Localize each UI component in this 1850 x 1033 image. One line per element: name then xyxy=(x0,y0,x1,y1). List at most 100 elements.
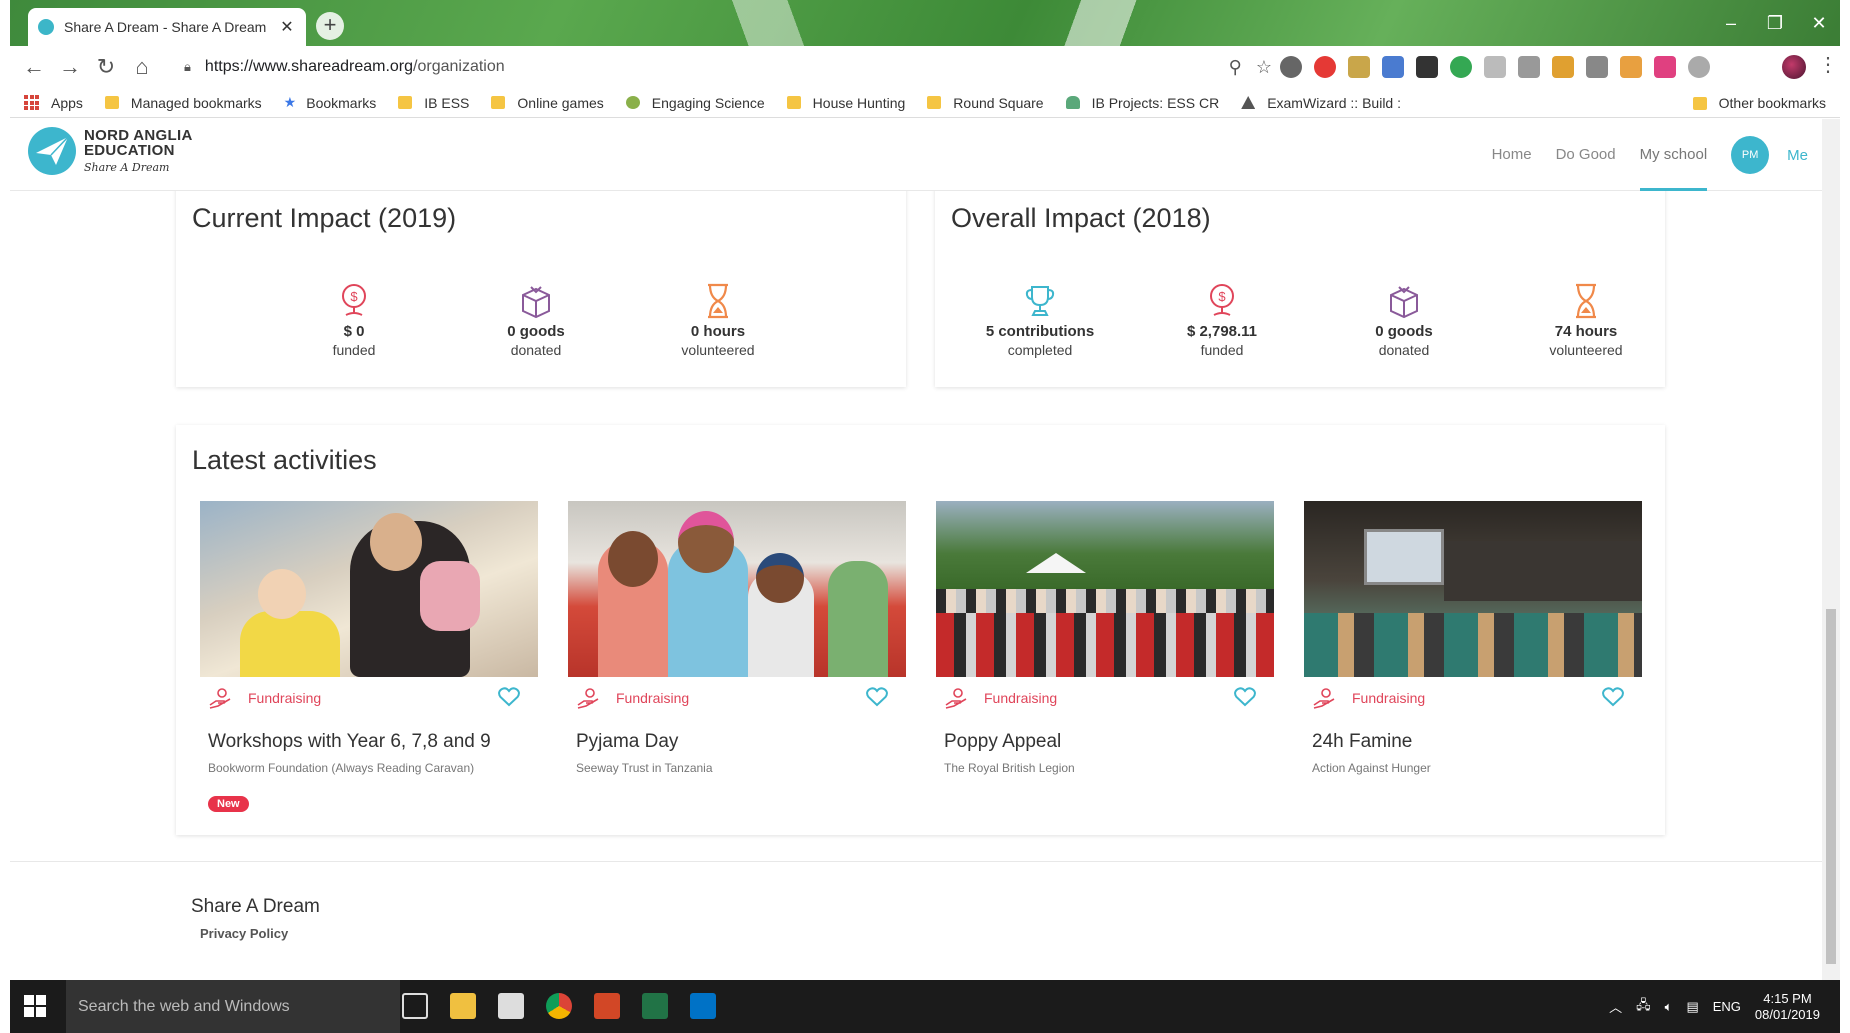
windows-start-icon[interactable] xyxy=(24,995,46,1017)
extension-icon[interactable] xyxy=(1552,56,1574,78)
browser-menu-icon[interactable]: ⋮ xyxy=(1818,52,1838,77)
tab-close-icon[interactable]: ✕ xyxy=(278,17,296,37)
cloud-extension-icon[interactable] xyxy=(1280,56,1302,78)
close-window-button[interactable]: ✕ xyxy=(1796,8,1840,38)
chrome-taskbar-icon[interactable] xyxy=(546,993,572,1019)
site-favicon-icon xyxy=(38,19,54,35)
activity-org: The Royal British Legion xyxy=(944,761,1075,775)
file-explorer-icon[interactable] xyxy=(450,993,476,1019)
stat-label: donated xyxy=(1378,342,1430,358)
activity-photo[interactable] xyxy=(200,501,538,677)
extension-icon[interactable] xyxy=(1416,56,1438,78)
bookmark-ib-projects[interactable]: IB Projects: ESS CR xyxy=(1065,95,1219,111)
activity-name[interactable]: Poppy Appeal xyxy=(944,731,1061,753)
browser-window: Share A Dream - Share A Dream ✕ + – ❐ ✕ … xyxy=(10,0,1840,980)
current-impact-title: Current Impact (2019) xyxy=(192,203,457,233)
opera-extension-icon[interactable] xyxy=(1314,56,1336,78)
nav-do-good[interactable]: Do Good xyxy=(1556,119,1616,191)
system-tray: ︿ 🖧 🔈︎ ▤ ENG 4:15 PM 08/01/2019 xyxy=(1609,980,1820,1033)
activity-photo[interactable] xyxy=(936,501,1274,677)
powerpoint-icon[interactable] xyxy=(594,993,620,1019)
volume-icon[interactable]: 🔈︎ xyxy=(1665,999,1673,1015)
heart-icon[interactable] xyxy=(1602,687,1624,707)
zoom-icon[interactable]: ⚲ xyxy=(1229,57,1242,78)
money-bag-icon: $ xyxy=(342,284,366,316)
extension-icon[interactable] xyxy=(1382,56,1404,78)
stat-label: completed xyxy=(1007,342,1073,358)
browser-tab[interactable]: Share A Dream - Share A Dream ✕ xyxy=(28,8,306,46)
store-icon[interactable] xyxy=(498,993,524,1019)
heart-icon[interactable] xyxy=(498,687,520,707)
activity-card[interactable]: Fundraising Poppy Appeal The Royal Briti… xyxy=(936,501,1274,775)
nav-my-school[interactable]: My school xyxy=(1639,119,1707,191)
taskbar-search-input[interactable]: Search the web and Windows xyxy=(66,980,400,1033)
reload-button[interactable]: ↻ xyxy=(88,49,124,85)
stat-label: funded xyxy=(1200,342,1244,358)
logo-line1: NORD ANGLIA xyxy=(84,127,193,144)
network-icon[interactable]: 🖧 xyxy=(1636,996,1651,1018)
home-button[interactable]: ⌂ xyxy=(124,49,160,85)
extension-icon[interactable] xyxy=(1620,56,1642,78)
extension-icon[interactable] xyxy=(1688,56,1710,78)
extension-icon[interactable] xyxy=(1484,56,1506,78)
stat-value: $ 2,798.11 xyxy=(1186,323,1258,340)
bookmark-online-games[interactable]: Online games xyxy=(491,95,604,111)
extension-icon[interactable] xyxy=(1518,56,1540,78)
extension-icon[interactable] xyxy=(1348,56,1370,78)
bookmark-star-icon[interactable]: ☆ xyxy=(1256,57,1272,78)
bookmark-examwizard[interactable]: ExamWizard :: Build : xyxy=(1241,95,1401,111)
bookmark-ib-ess[interactable]: IB ESS xyxy=(398,95,469,111)
latest-activities-card: Latest activities Fundraising Workshops … xyxy=(176,425,1665,835)
extension-icon[interactable] xyxy=(1450,56,1472,78)
activity-card[interactable]: Fundraising Workshops with Year 6, 7,8 a… xyxy=(200,501,538,812)
bookmark-managed[interactable]: Managed bookmarks xyxy=(104,95,262,111)
money-bag-icon: $ xyxy=(1210,284,1234,316)
restore-button[interactable]: ❐ xyxy=(1752,8,1798,38)
folder-icon xyxy=(927,96,942,109)
bookmark-apps[interactable]: Apps xyxy=(24,95,83,111)
back-button[interactable]: ← xyxy=(16,49,52,85)
bookmark-round-square[interactable]: Round Square xyxy=(927,95,1044,111)
leaf-icon xyxy=(625,96,640,109)
new-tab-button[interactable]: + xyxy=(316,12,344,40)
other-bookmarks[interactable]: Other bookmarks xyxy=(1692,95,1826,111)
bookmark-house-hunting[interactable]: House Hunting xyxy=(786,95,905,111)
forward-button[interactable]: → xyxy=(52,49,88,85)
excel-icon[interactable] xyxy=(642,993,668,1019)
user-avatar[interactable]: PM xyxy=(1731,136,1770,174)
activity-card[interactable]: Fundraising 24h Famine Action Against Hu… xyxy=(1304,501,1642,775)
notifications-icon[interactable]: ▤ xyxy=(1686,999,1698,1015)
activity-card[interactable]: Fundraising Pyjama Day Seeway Trust in T… xyxy=(568,501,906,775)
activity-photo[interactable] xyxy=(1304,501,1642,677)
stat-label: volunteered xyxy=(1549,342,1623,358)
bookmark-bookmarks[interactable]: ★ Bookmarks xyxy=(284,94,377,111)
nav-me[interactable]: Me xyxy=(1787,147,1808,164)
chevron-up-icon[interactable]: ︿ xyxy=(1609,997,1622,1016)
activity-name[interactable]: Pyjama Day xyxy=(576,731,678,753)
minimize-button[interactable]: – xyxy=(1708,8,1754,38)
activity-photo[interactable] xyxy=(568,501,906,677)
star-icon: ★ xyxy=(283,94,297,110)
windows-taskbar: Search the web and Windows ︿ 🖧 🔈︎ ▤ ENG … xyxy=(10,980,1840,1033)
address-bar[interactable]: 🔒︎ https://www.shareadream.org/organizat… xyxy=(170,51,1272,83)
stat-value: 74 hours xyxy=(1554,323,1618,340)
scrollbar-thumb[interactable] xyxy=(1826,609,1836,964)
bookmark-engaging-science[interactable]: Engaging Science xyxy=(625,95,765,111)
stat-value: $ 0 xyxy=(343,323,365,340)
activity-name[interactable]: Workshops with Year 6, 7,8 and 9 xyxy=(208,731,491,753)
task-view-icon[interactable] xyxy=(402,993,428,1019)
heart-icon[interactable] xyxy=(1234,687,1256,707)
profile-avatar[interactable] xyxy=(1782,55,1806,79)
privacy-policy-link[interactable]: Privacy Policy xyxy=(200,926,288,941)
heart-icon[interactable] xyxy=(866,687,888,707)
extension-icon[interactable] xyxy=(1654,56,1676,78)
main-nav: Home Do Good My school PM Me xyxy=(1492,119,1822,191)
language-indicator[interactable]: ENG xyxy=(1713,999,1741,1014)
page-scrollbar[interactable] xyxy=(1822,119,1840,980)
activity-name[interactable]: 24h Famine xyxy=(1312,731,1412,753)
clock[interactable]: 4:15 PM 08/01/2019 xyxy=(1755,991,1820,1023)
nav-home[interactable]: Home xyxy=(1492,119,1532,191)
outlook-icon[interactable] xyxy=(690,993,716,1019)
extension-icon[interactable] xyxy=(1586,56,1608,78)
site-logo[interactable]: NORD ANGLIA EDUCATION Share A Dream xyxy=(28,127,193,175)
